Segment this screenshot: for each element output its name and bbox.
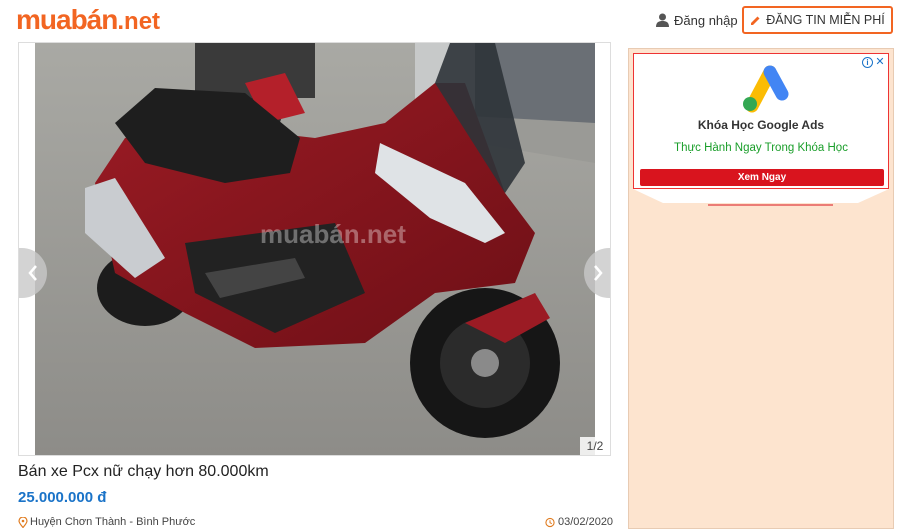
ad-panel: i ✕ Khóa Học Google Ads Thực Hành Ngay T… xyxy=(628,48,894,529)
ad-close-icon[interactable]: ✕ xyxy=(875,56,885,68)
ad-card[interactable]: i ✕ Khóa Học Google Ads Thực Hành Ngay T… xyxy=(633,53,889,189)
ad-info-icon[interactable]: i xyxy=(862,56,873,68)
ad-cta-button[interactable]: Xem Ngay xyxy=(640,169,884,186)
site-header: muabán .net Đăng nhập ĐĂNG TIN MIỄN PHÍ xyxy=(0,0,900,42)
logo-brand: muabán xyxy=(16,4,118,35)
chevron-left-icon xyxy=(28,265,37,281)
google-ads-logo-icon xyxy=(743,65,789,113)
listing-title: Bán xe Pcx nữ chạy hơn 80.000km xyxy=(18,463,269,480)
login-link[interactable]: Đăng nhập xyxy=(656,10,738,30)
location-pin-icon xyxy=(18,516,28,528)
user-icon xyxy=(656,13,669,27)
date-label: 03/02/2020 xyxy=(558,516,614,528)
login-label: Đăng nhập xyxy=(674,12,738,28)
post-free-listing-button[interactable]: ĐĂNG TIN MIỄN PHÍ xyxy=(742,6,893,34)
photo-watermark: muabán.net xyxy=(260,219,406,249)
pencil-icon xyxy=(751,16,760,25)
site-logo[interactable]: muabán .net xyxy=(16,4,161,35)
clock-icon xyxy=(545,517,555,527)
logo-tld: .net xyxy=(117,8,161,35)
listing-photo[interactable]: muabán.net xyxy=(35,43,595,456)
listing-location[interactable]: Huyện Chơn Thành - Bình Phước xyxy=(18,516,195,528)
listing-date: 03/02/2020 xyxy=(545,516,613,528)
photo-counter: 1/2 xyxy=(580,437,610,455)
post-button-label: ĐĂNG TIN MIỄN PHÍ xyxy=(766,13,885,27)
image-gallery: muabán.net 1/2 xyxy=(18,42,611,456)
ad-controls: i ✕ xyxy=(862,56,886,68)
ad-fold-decoration xyxy=(633,189,889,206)
ad-title: Khóa Học Google Ads xyxy=(697,118,825,132)
location-label: Huyện Chơn Thành - Bình Phước xyxy=(30,516,196,528)
ad-subtitle: Thực Hành Ngay Trong Khóa Học xyxy=(674,142,848,154)
chevron-right-icon xyxy=(594,265,603,281)
listing-price: 25.000.000 đ xyxy=(18,489,107,506)
